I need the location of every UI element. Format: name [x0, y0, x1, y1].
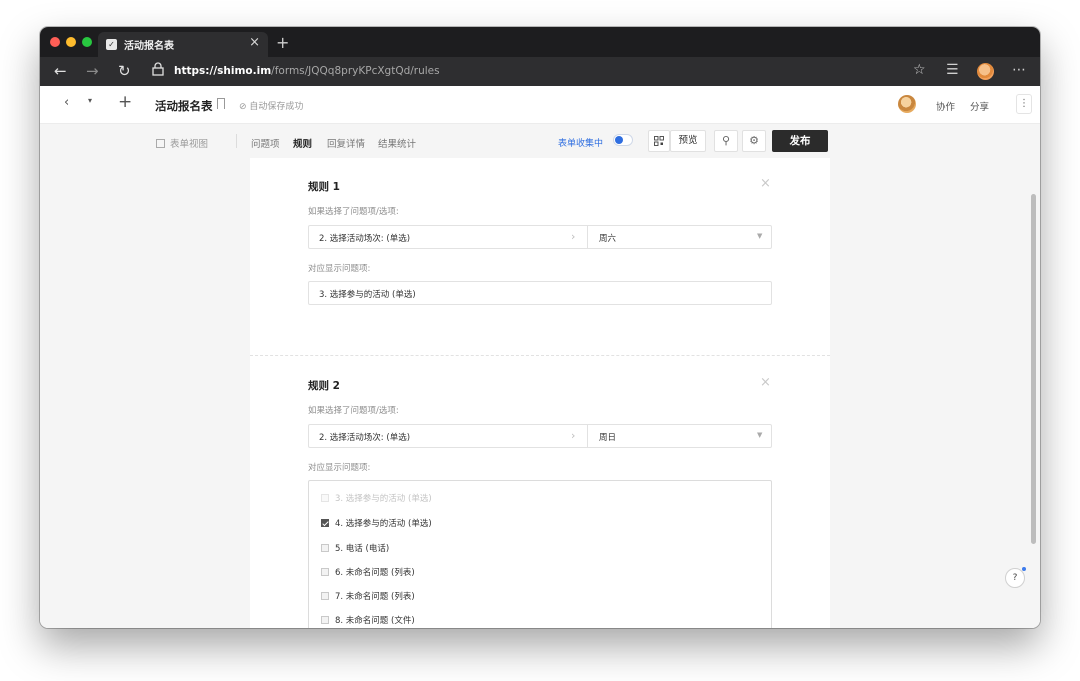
select-divider [587, 425, 588, 447]
browser-menu-icon[interactable]: ⋯ [1012, 62, 1026, 78]
rule-2-option-select[interactable]: 周日 [599, 431, 616, 443]
app-header: ‹ ▾ + 活动报名表 ⊘ 自动保存成功 协作 分享 ⋮ [40, 86, 1040, 124]
forward-arrow-icon[interactable]: → [86, 62, 99, 80]
show-option-checkbox[interactable]: 7. 未命名问题 (列表) [321, 590, 415, 602]
scrollbar-thumb[interactable] [1031, 194, 1036, 544]
show-option-checkbox[interactable]: 8. 未命名问题 (文件) [321, 614, 415, 626]
show-option-checkbox[interactable]: 6. 未命名问题 (列表) [321, 566, 415, 578]
profile-avatar[interactable] [977, 63, 994, 80]
rule-1-title: 规则 1 [308, 181, 340, 193]
dropdown-caret-icon[interactable]: ▾ [88, 96, 92, 105]
toggle-knob [615, 136, 623, 144]
help-notification-dot [1022, 567, 1026, 571]
reload-icon[interactable]: ↻ [118, 62, 131, 80]
collecting-status: 表单收集中 [558, 139, 604, 149]
rule-divider [250, 355, 830, 356]
autosave-status: ⊘ 自动保存成功 [239, 102, 304, 112]
show-option-checkbox: 3. 选择参与的活动 (单选) [321, 492, 432, 504]
checkbox-icon [321, 616, 329, 624]
tab-close-icon[interactable]: × [249, 35, 260, 50]
checkbox-checked-icon [321, 519, 329, 527]
rule-2-title: 规则 2 [308, 380, 340, 392]
show-option-checkbox[interactable]: 5. 电话 (电话) [321, 542, 389, 554]
back-chevron-icon[interactable]: ‹ [64, 95, 69, 110]
form-view-button[interactable]: 表单视图 [156, 136, 208, 150]
chevron-down-icon[interactable]: ▼ [757, 232, 762, 240]
favorites-list-icon[interactable]: ☰ [946, 62, 959, 78]
chevron-down-icon[interactable]: ▼ [757, 431, 762, 439]
zoom-window-button[interactable] [82, 37, 92, 47]
close-window-button[interactable] [50, 37, 60, 47]
toolbar-divider [236, 134, 237, 148]
bookmark-icon[interactable] [217, 98, 225, 109]
publish-button[interactable]: 发布 [772, 130, 828, 152]
chevron-right-icon: › [571, 230, 576, 243]
back-arrow-icon[interactable]: ← [54, 62, 67, 80]
collaborate-button[interactable]: 协作 [936, 99, 955, 113]
rule-1-condition: 2. 选择活动场次: (单选) › 周六 ▼ [308, 225, 772, 249]
select-divider [587, 226, 588, 248]
checkbox-icon [321, 494, 329, 502]
tab-questions[interactable]: 问题项 [251, 136, 280, 150]
favorite-star-icon[interactable]: ☆ [913, 62, 926, 78]
form-toolbar: 表单视图 问题项 规则 回复详情 结果统计 表单收集中 预览 ⚲ ⚙ 发布 [40, 124, 1040, 158]
tab-responses[interactable]: 回复详情 [327, 136, 365, 150]
rule-2-question-select[interactable]: 2. 选择活动场次: (单选) [319, 431, 410, 443]
rule-1-show-field[interactable]: 3. 选择参与的活动 (单选) [308, 281, 772, 305]
rule-2-close-icon[interactable]: × [760, 375, 771, 390]
title-bar: ✓ 活动报名表 × + [40, 27, 1040, 57]
preview-button[interactable]: 预览 [670, 130, 706, 152]
minimize-window-button[interactable] [66, 37, 76, 47]
address-bar: ← → ↻ https://shimo.im/forms/JQQq8pryKPc… [40, 57, 1040, 86]
document-title: 活动报名表 [155, 99, 213, 113]
settings-gear-icon[interactable]: ⚙ [742, 130, 766, 152]
browser-tab[interactable]: ✓ 活动报名表 × [98, 32, 268, 57]
rule-1-if-label: 如果选择了问题项/选项: [308, 207, 399, 217]
checkbox-icon [321, 568, 329, 576]
collecting-toggle[interactable] [613, 134, 633, 146]
user-avatar[interactable] [898, 95, 916, 113]
help-button[interactable]: ? [1005, 568, 1025, 588]
link-icon[interactable]: ⚲ [714, 130, 738, 152]
url-field[interactable]: https://shimo.im/forms/JQQq8pryKPcXgtQd/… [174, 65, 440, 77]
tab-title: 活动报名表 [124, 41, 174, 52]
rule-2-if-label: 如果选择了问题项/选项: [308, 406, 399, 416]
rule-1-show-value: 3. 选择参与的活动 (单选) [319, 290, 416, 300]
rules-panel: 规则 1 × 如果选择了问题项/选项: 2. 选择活动场次: (单选) › 周六… [250, 158, 830, 628]
rule-1-question-select[interactable]: 2. 选择活动场次: (单选) [319, 232, 410, 244]
rule-2-show-options: 3. 选择参与的活动 (单选) 4. 选择参与的活动 (单选) 5. 电话 (电… [308, 480, 772, 628]
show-option-checkbox[interactable]: 4. 选择参与的活动 (单选) [321, 517, 432, 529]
lock-icon [152, 62, 164, 76]
tab-statistics[interactable]: 结果统计 [378, 136, 416, 150]
form-favicon-icon: ✓ [106, 39, 117, 50]
more-menu-button[interactable]: ⋮ [1016, 94, 1032, 114]
browser-window: ✓ 活动报名表 × + ← → ↻ https://shimo.im/forms… [40, 27, 1040, 628]
tab-rules[interactable]: 规则 [293, 136, 312, 150]
rule-2-condition: 2. 选择活动场次: (单选) › 周日 ▼ [308, 424, 772, 448]
checkbox-icon [321, 592, 329, 600]
rule-2-show-label: 对应显示问题项: [308, 463, 371, 473]
share-button[interactable]: 分享 [970, 99, 989, 113]
new-tab-button[interactable]: + [276, 33, 289, 52]
qr-code-icon [654, 136, 664, 146]
chevron-right-icon: › [571, 429, 576, 442]
content-area: 表单视图 问题项 规则 回复详情 结果统计 表单收集中 预览 ⚲ ⚙ 发布 规则… [40, 124, 1040, 628]
rule-1-show-label: 对应显示问题项: [308, 264, 371, 274]
add-icon[interactable]: + [118, 92, 132, 112]
qr-code-button[interactable] [648, 130, 670, 152]
form-view-icon [156, 139, 165, 148]
rule-1-close-icon[interactable]: × [760, 176, 771, 191]
rule-1-option-select[interactable]: 周六 [599, 232, 616, 244]
checkbox-icon [321, 544, 329, 552]
